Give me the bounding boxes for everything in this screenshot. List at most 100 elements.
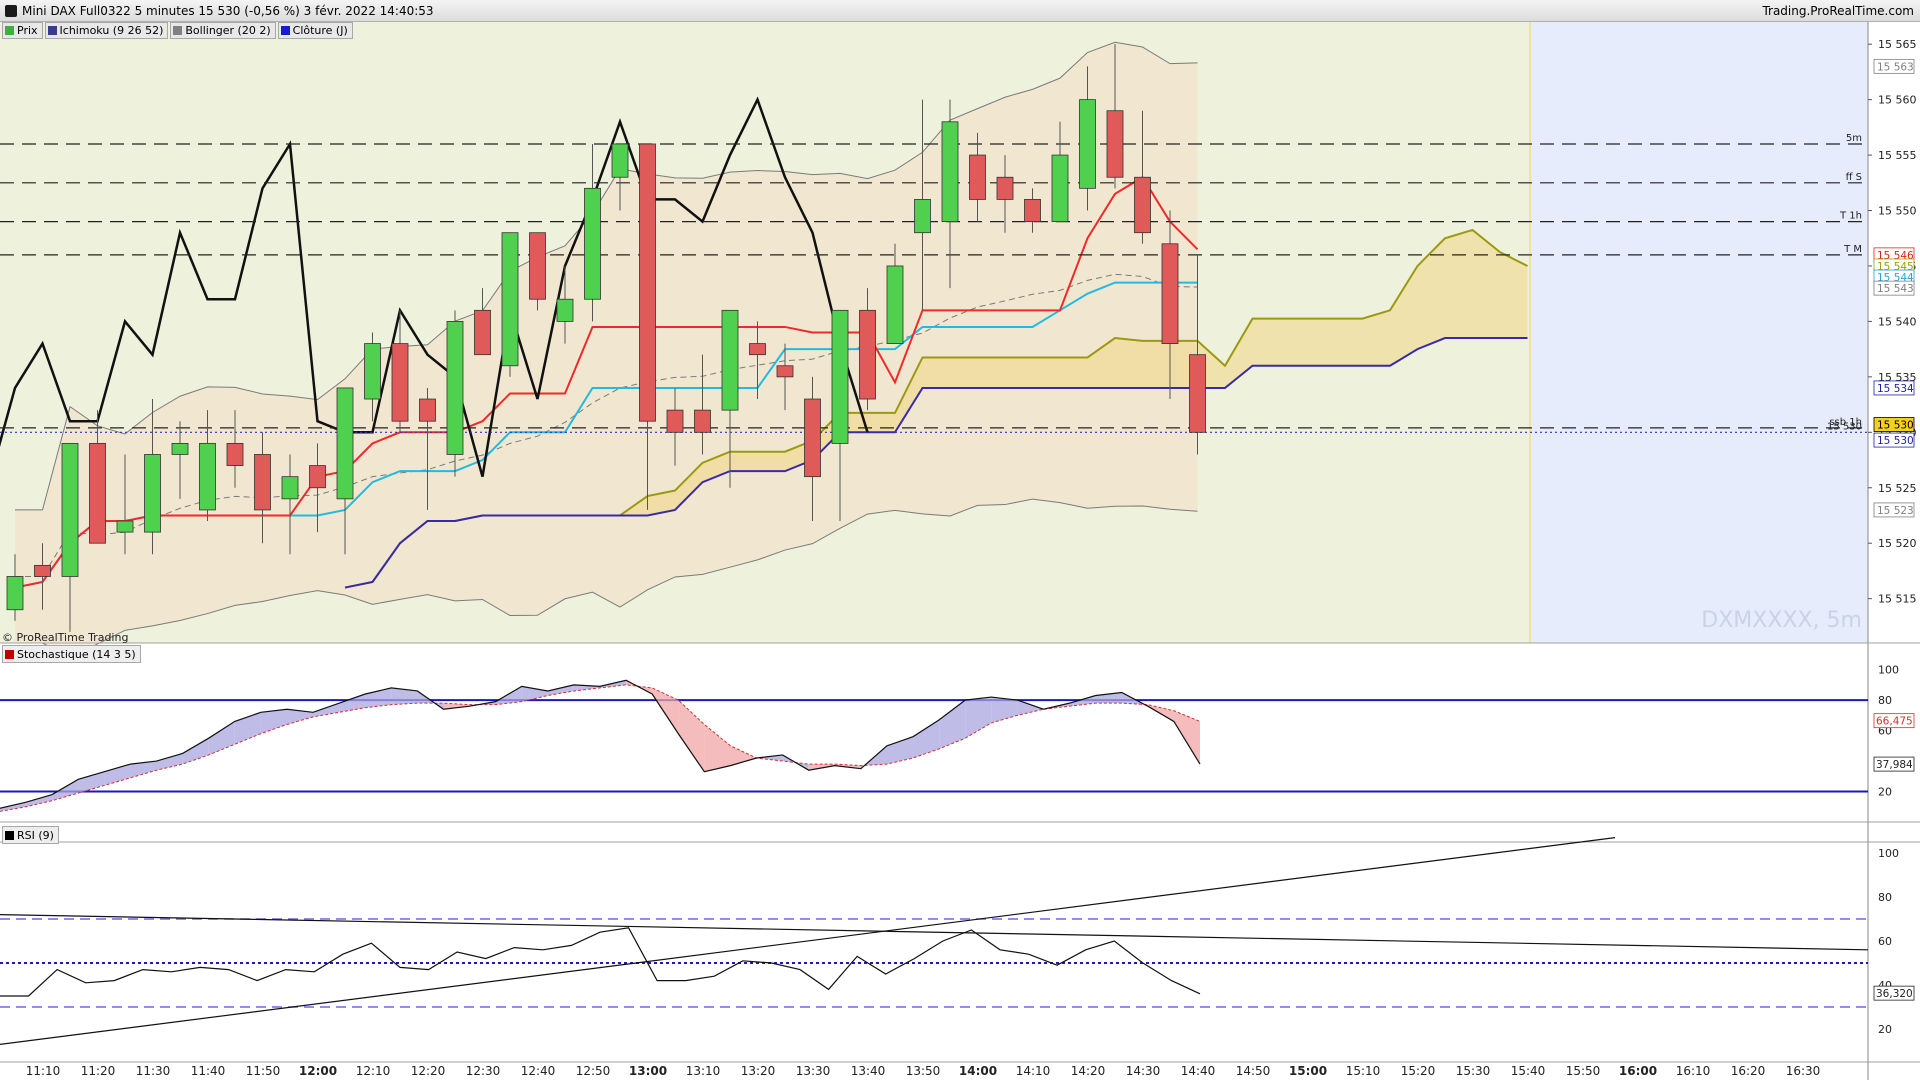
time-tick-label: 13:40 xyxy=(851,1064,886,1078)
price-swatch-icon xyxy=(5,26,14,35)
candle-body xyxy=(199,442,216,511)
candle-body xyxy=(6,576,24,611)
price-tag-label: 15 534 xyxy=(1877,383,1914,395)
stochastic-label[interactable]: Stochastique (14 3 5) xyxy=(2,645,141,663)
candle-body xyxy=(364,343,381,400)
price-tick-label: 15 520 xyxy=(1878,537,1917,550)
price-tick-label: 15 515 xyxy=(1878,593,1917,606)
candle-body xyxy=(61,442,79,577)
candle-body xyxy=(1051,154,1069,223)
candle xyxy=(529,232,546,311)
time-tick-label: 14:20 xyxy=(1071,1064,1106,1078)
price-tag-label: 15 530 xyxy=(1877,420,1914,432)
stoch-value-label: 37,984 xyxy=(1876,759,1913,771)
stoch-fill xyxy=(52,779,79,801)
candle-body xyxy=(144,454,161,533)
candle-body xyxy=(474,309,491,356)
rsi-swatch-icon xyxy=(5,830,14,840)
stoch-fill xyxy=(1173,710,1200,765)
candle-body xyxy=(1024,199,1041,223)
price-tag-label: 15 563 xyxy=(1877,61,1914,73)
candle-body xyxy=(749,343,766,356)
price-tag-label: 15 543 xyxy=(1877,283,1914,295)
price-axis-bg xyxy=(1868,22,1920,1080)
candle-body xyxy=(556,298,574,322)
stoch-fill xyxy=(156,753,183,771)
candle-body xyxy=(226,442,244,466)
time-tick-label: 15:30 xyxy=(1456,1064,1491,1078)
price-tag: 15 563 xyxy=(1873,58,1915,74)
candle-body xyxy=(666,409,684,433)
chart-stage[interactable]: 5m ff ST 1h T Mssb 1h 15 530 15 515 15 520 15 … xyxy=(0,0,1920,1080)
price-tick-label: 15 550 xyxy=(1878,205,1917,218)
candle-body xyxy=(804,398,821,478)
candle-body xyxy=(34,564,51,577)
stoch-tick-label: 20 xyxy=(1878,786,1892,799)
stoch-fill xyxy=(965,697,992,739)
title-bar: Mini DAX Full0322 5 minutes 15 530 (-0,5… xyxy=(0,0,1920,22)
site-name[interactable]: Trading.ProRealTime.com xyxy=(1762,0,1914,22)
legend-daily-close[interactable]: Clôture (J) xyxy=(277,22,353,39)
rsi-tick-label: 100 xyxy=(1878,847,1899,860)
stoch-fill xyxy=(678,700,705,772)
candle-body xyxy=(584,187,601,300)
close-swatch-icon xyxy=(280,26,290,35)
time-tick-label: 12:20 xyxy=(411,1064,446,1078)
price-tag: 15 530 xyxy=(1873,417,1915,432)
candle-body xyxy=(309,465,326,489)
time-tick-label: 13:30 xyxy=(796,1064,831,1078)
legend-ichimoku[interactable]: Ichimoku (9 26 52) xyxy=(44,22,169,39)
future-background xyxy=(1530,22,1868,643)
candle-body xyxy=(1161,243,1179,344)
rsi-tick-label: 20 xyxy=(1878,1023,1892,1036)
reference-line-label: ff S xyxy=(1846,172,1862,183)
candle-body xyxy=(446,321,464,455)
price-tag-label: 15 530 xyxy=(1877,435,1914,447)
time-tick-label: 16:00 xyxy=(1619,1064,1657,1078)
time-tick-label: 12:00 xyxy=(299,1064,337,1078)
price-tag: 15 530 xyxy=(1873,432,1915,448)
time-tick-label: 16:10 xyxy=(1676,1064,1711,1078)
stoch-fill xyxy=(260,709,287,734)
time-tick-label: 14:50 xyxy=(1236,1064,1271,1078)
time-tick-label: 15:40 xyxy=(1511,1064,1546,1078)
candle-body xyxy=(529,232,546,300)
price-tag: 15 543 xyxy=(1873,280,1915,296)
candle-body xyxy=(1079,99,1096,189)
rsi-tick-label: 80 xyxy=(1878,891,1892,904)
stoch-fill xyxy=(913,719,940,758)
price-tag: 15 534 xyxy=(1873,380,1915,396)
candle-body xyxy=(501,232,519,367)
time-tick-label: 13:00 xyxy=(629,1064,667,1078)
reference-line-label: T M xyxy=(1843,244,1862,255)
time-tick-label: 11:30 xyxy=(136,1064,171,1078)
price-tick-label: 15 540 xyxy=(1878,315,1917,328)
candle xyxy=(501,232,519,377)
candle-body xyxy=(1189,354,1206,433)
rsi-trendline-down xyxy=(0,914,1869,951)
bollinger-swatch-icon xyxy=(173,26,183,35)
rsi-line xyxy=(0,927,1201,997)
candle-body xyxy=(721,309,739,411)
watermark: DXMXXXX, 5m xyxy=(1701,608,1862,633)
rsi-label[interactable]: RSI (9) xyxy=(2,826,59,844)
candle-body xyxy=(419,398,436,422)
time-tick-label: 15:50 xyxy=(1566,1064,1601,1078)
legend-price[interactable]: Prix xyxy=(2,22,43,39)
candle-body xyxy=(859,309,876,400)
candle-body xyxy=(611,143,629,178)
time-tick-label: 12:10 xyxy=(356,1064,391,1078)
rsi-tick-label: 60 xyxy=(1878,935,1892,948)
time-tick-label: 12:50 xyxy=(576,1064,611,1078)
legend-bollinger[interactable]: Bollinger (20 2) xyxy=(170,22,276,39)
price-tick-label: 15 560 xyxy=(1878,94,1917,107)
candle xyxy=(446,310,464,477)
reference-line-label: 15 530 xyxy=(1827,421,1862,432)
ichimoku-swatch-icon xyxy=(47,26,57,35)
copyright: © ProRealTime Trading xyxy=(2,631,129,644)
stochastic-swatch-icon xyxy=(5,649,14,659)
stoch-tick-label: 100 xyxy=(1878,664,1899,677)
candle-body xyxy=(914,199,931,234)
candle-body xyxy=(1134,176,1151,234)
time-tick-label: 12:40 xyxy=(521,1064,556,1078)
